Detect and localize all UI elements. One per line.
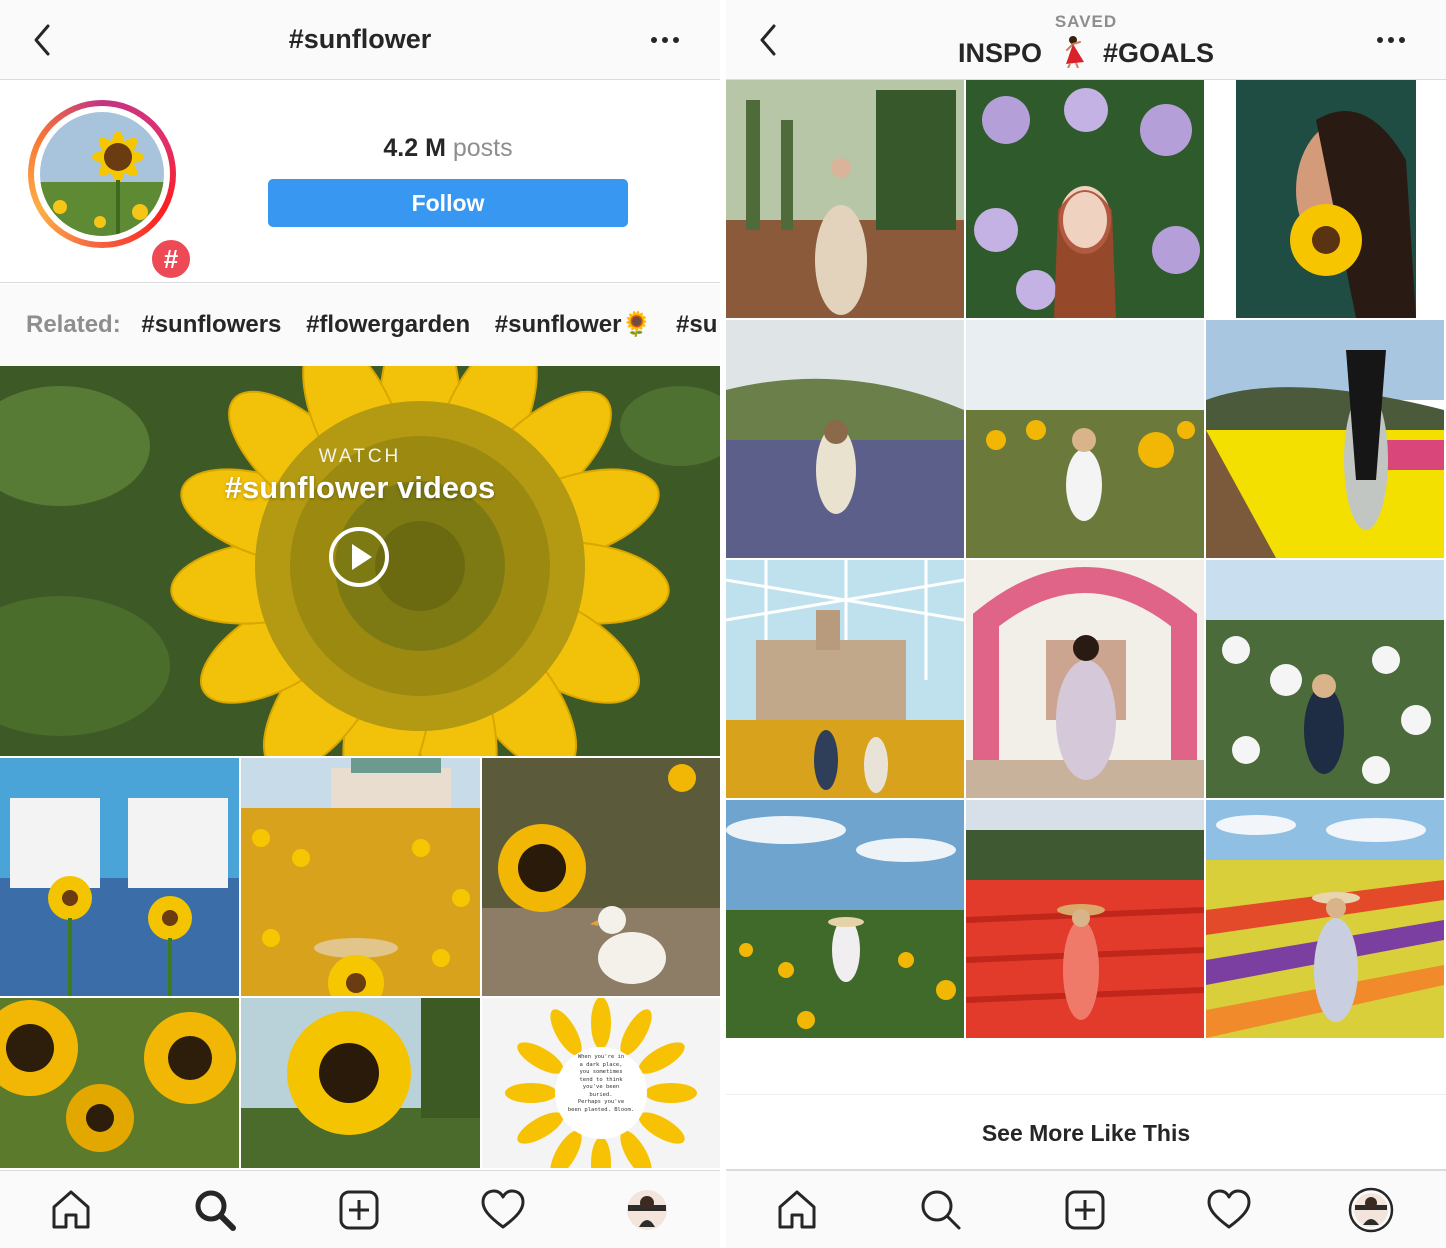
grid-post[interactable] bbox=[726, 320, 964, 558]
grid-post[interactable] bbox=[241, 998, 480, 1168]
watch-label: WATCH bbox=[318, 446, 402, 467]
grid-post[interactable] bbox=[1206, 320, 1444, 558]
quote-text: When you're in a dark place, you sometim… bbox=[567, 1054, 635, 1113]
glass-dome-castle-image bbox=[726, 560, 964, 798]
home-icon[interactable] bbox=[48, 1187, 94, 1233]
red-flower-field-image bbox=[966, 800, 1204, 1038]
related-hashtags: Related: #sunflowers #flowergarden #sunf… bbox=[0, 284, 720, 366]
collection-title-right: #GOALS bbox=[1103, 38, 1215, 68]
sunflower-and-duck-image bbox=[482, 758, 720, 996]
tulip-field-long-hair-image bbox=[1206, 320, 1444, 558]
sunflower-avatar-image bbox=[40, 112, 164, 236]
hashtag-badge: # bbox=[148, 236, 194, 282]
sunflowers-closeup-image bbox=[0, 998, 239, 1168]
two-women-holding-sunflowers-image bbox=[0, 758, 239, 996]
grid-post[interactable] bbox=[726, 800, 964, 1038]
grid-post[interactable] bbox=[0, 758, 239, 996]
lilac-portrait-image bbox=[966, 80, 1204, 318]
single-sunflower-image bbox=[241, 998, 480, 1168]
cactus-garden-woman-image bbox=[726, 80, 964, 318]
search-icon[interactable] bbox=[918, 1187, 964, 1233]
grid-post[interactable]: When you're in a dark place, you sometim… bbox=[482, 998, 720, 1168]
collection-subtitle: SAVED bbox=[1054, 12, 1118, 31]
grid-post[interactable] bbox=[241, 758, 480, 996]
grid-post[interactable] bbox=[966, 560, 1204, 798]
search-icon[interactable] bbox=[192, 1187, 238, 1233]
saved-post-grid bbox=[726, 80, 1446, 1040]
grid-post[interactable] bbox=[726, 80, 964, 318]
bottom-tab-bar bbox=[726, 1170, 1446, 1248]
white-rose-bush-image bbox=[1206, 560, 1444, 798]
dancer-emoji-icon bbox=[1065, 36, 1084, 68]
grid-post[interactable] bbox=[966, 80, 1204, 318]
follow-button[interactable]: Follow bbox=[268, 179, 628, 227]
new-post-icon[interactable] bbox=[336, 1187, 382, 1233]
new-post-icon[interactable] bbox=[1062, 1187, 1108, 1233]
hashtag-screen: #sunflower # 4.2 M posts Follow Related:… bbox=[0, 0, 720, 1248]
sunflower-face-image bbox=[1206, 80, 1444, 318]
grid-post[interactable] bbox=[1206, 800, 1444, 1038]
flower-arch-house-image bbox=[966, 560, 1204, 798]
top-bar: #sunflower bbox=[0, 0, 720, 80]
related-tag[interactable]: #su bbox=[676, 311, 717, 338]
post-count-label: posts bbox=[452, 134, 513, 162]
activity-icon[interactable] bbox=[480, 1187, 526, 1233]
hashtag-header: # 4.2 M posts Follow bbox=[0, 80, 720, 283]
sunflower-field-hat-image bbox=[241, 758, 480, 996]
top-bar: SAVED INSPO #GOALS bbox=[726, 0, 1446, 80]
post-grid: When you're in a dark place, you sometim… bbox=[0, 758, 720, 1168]
hashtag-avatar[interactable]: # bbox=[28, 100, 194, 282]
saved-collection-screen: SAVED INSPO #GOALS See More Like This bbox=[726, 0, 1446, 1248]
bottom-tab-bar bbox=[0, 1170, 720, 1248]
sunflower-field-woman-image bbox=[966, 320, 1204, 558]
more-options-icon[interactable] bbox=[1376, 30, 1406, 50]
more-options-icon[interactable] bbox=[650, 30, 680, 50]
post-count: 4.2 M posts bbox=[268, 134, 628, 163]
post-count-number: 4.2 M bbox=[383, 134, 446, 162]
collection-title-left: INSPO bbox=[957, 38, 1042, 68]
grid-post[interactable] bbox=[966, 800, 1204, 1038]
play-icon[interactable] bbox=[328, 526, 390, 588]
grid-post[interactable] bbox=[966, 320, 1204, 558]
profile-icon[interactable] bbox=[1348, 1187, 1394, 1233]
hashtag-video-banner[interactable]: WATCH #sunflower videos bbox=[0, 366, 720, 756]
related-label: Related: bbox=[26, 311, 121, 338]
related-tag[interactable]: #flowergarden bbox=[306, 311, 470, 338]
activity-icon[interactable] bbox=[1206, 1187, 1252, 1233]
page-title: #sunflower bbox=[288, 24, 432, 54]
grid-post[interactable] bbox=[0, 998, 239, 1168]
video-title: #sunflower videos bbox=[224, 470, 496, 505]
grid-post[interactable] bbox=[1206, 560, 1444, 798]
lupine-field-image bbox=[726, 320, 964, 558]
related-tag[interactable]: #sunflower🌻 bbox=[495, 311, 652, 338]
related-tag[interactable]: #sunflowers bbox=[141, 311, 281, 338]
home-icon[interactable] bbox=[774, 1187, 820, 1233]
grid-post[interactable] bbox=[1206, 80, 1444, 318]
collection-title: INSPO #GOALS bbox=[726, 34, 1446, 69]
see-more-like-this-button[interactable]: See More Like This bbox=[726, 1094, 1446, 1170]
profile-icon[interactable] bbox=[624, 1187, 670, 1233]
grid-post[interactable] bbox=[726, 560, 964, 798]
striped-flower-hills-image bbox=[1206, 800, 1444, 1038]
grid-post[interactable] bbox=[482, 758, 720, 996]
sunflower-field-sky-image bbox=[726, 800, 964, 1038]
